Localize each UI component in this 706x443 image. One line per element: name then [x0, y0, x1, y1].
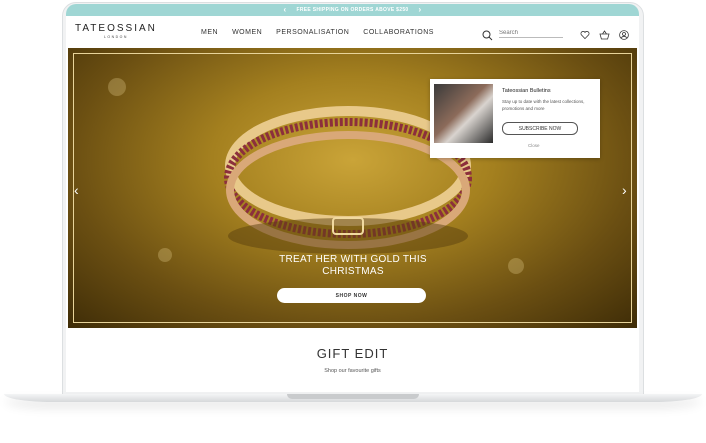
menu-item-personalisation[interactable]: PERSONALISATION	[276, 29, 349, 36]
browser-screen: ‹ FREE SHIPPING ON ORDERS ABOVE $250 › T…	[66, 4, 639, 392]
menu-item-women[interactable]: WOMEN	[232, 29, 262, 36]
promo-text[interactable]: FREE SHIPPING ON ORDERS ABOVE $250	[297, 7, 409, 13]
section-subtitle: Shop our favourite gifts	[324, 368, 381, 374]
subscribe-button[interactable]: SUBSCRIBE NOW	[502, 122, 578, 135]
logo[interactable]: TATEOSSIAN LONDON	[75, 23, 157, 39]
menu-item-men[interactable]: MEN	[201, 29, 218, 36]
popup-close-link[interactable]: Close	[528, 143, 540, 148]
hero-title: TREAT HER WITH GOLD THIS CHRISTMAS	[279, 254, 427, 277]
logo-sub: LONDON	[103, 35, 128, 39]
account-icon[interactable]	[619, 27, 629, 45]
popup-text: Stay up to date with the latest collecti…	[502, 99, 585, 111]
header: TATEOSSIAN LONDON MEN WOMEN PERSONALISAT…	[66, 17, 639, 47]
header-icons	[580, 27, 629, 45]
promo-bar: ‹ FREE SHIPPING ON ORDERS ABOVE $250 ›	[66, 4, 639, 16]
search-input[interactable]	[499, 28, 563, 38]
hero-prev-chevron-icon[interactable]: ‹	[74, 182, 79, 198]
popup-image	[434, 84, 493, 143]
main-menu: MEN WOMEN PERSONALISATION COLLABORATIONS	[201, 29, 434, 36]
logo-main: TATEOSSIAN	[75, 23, 157, 34]
popup-title: Tateossian Bulletins	[502, 88, 551, 94]
chevron-right-icon[interactable]: ›	[418, 4, 421, 16]
shop-now-button[interactable]: SHOP NOW	[277, 288, 426, 303]
newsletter-popup: Tateossian Bulletins Stay up to date wit…	[430, 79, 600, 158]
hero-next-chevron-icon[interactable]: ›	[622, 182, 627, 198]
heart-icon[interactable]	[580, 27, 590, 45]
basket-icon[interactable]	[599, 27, 610, 45]
menu-item-collaborations[interactable]: COLLABORATIONS	[363, 29, 434, 36]
chevron-left-icon[interactable]: ‹	[284, 4, 287, 16]
laptop-notch	[287, 394, 419, 399]
search-icon[interactable]	[482, 28, 493, 46]
section-title: GIFT EDIT	[316, 346, 389, 361]
